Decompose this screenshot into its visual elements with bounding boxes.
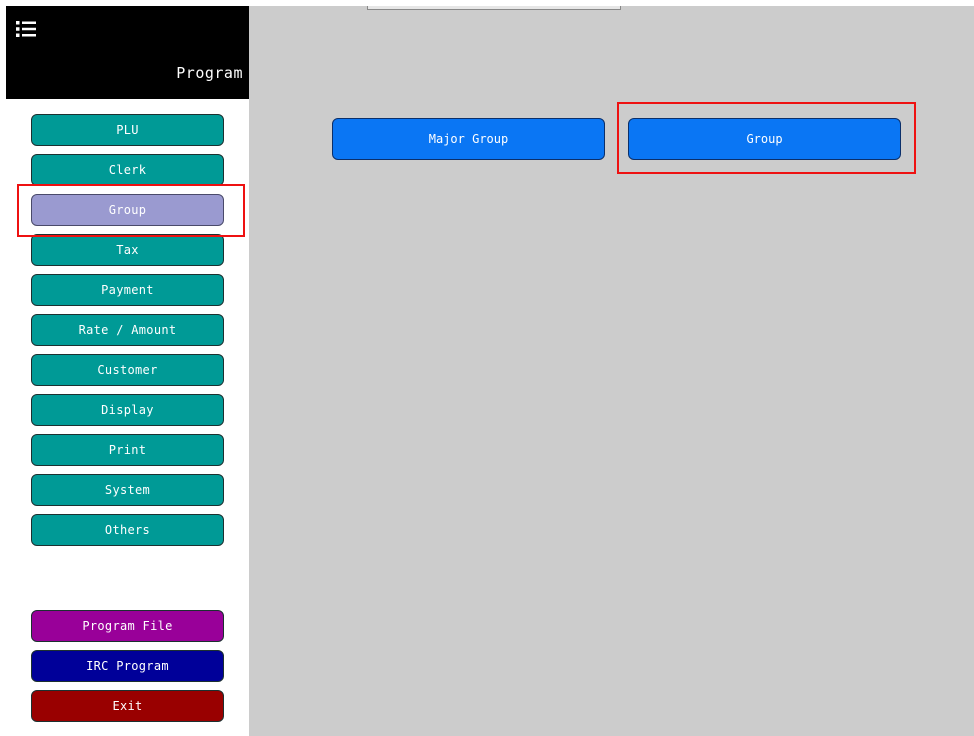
- sidebar-item-others[interactable]: Others: [31, 514, 224, 546]
- major-group-button[interactable]: Major Group: [332, 118, 605, 160]
- sidebar-item-print[interactable]: Print: [31, 434, 224, 466]
- program-file-button[interactable]: Program File: [31, 610, 224, 642]
- sidebar-item-plu[interactable]: PLU: [31, 114, 224, 146]
- list-menu-icon[interactable]: [16, 19, 36, 39]
- sidebar-header: Program: [6, 6, 249, 99]
- program-screen: Program PLU Clerk Group Tax Payment Rate…: [0, 0, 974, 736]
- sidebar: Program PLU Clerk Group Tax Payment Rate…: [6, 6, 249, 736]
- sidebar-item-tax[interactable]: Tax: [31, 234, 224, 266]
- top-tab-strip: [367, 6, 621, 10]
- main-panel: Major Group Group: [249, 6, 974, 736]
- sidebar-item-system[interactable]: System: [31, 474, 224, 506]
- sidebar-item-rate-amount[interactable]: Rate / Amount: [31, 314, 224, 346]
- irc-program-button[interactable]: IRC Program: [31, 650, 224, 682]
- sidebar-item-payment[interactable]: Payment: [31, 274, 224, 306]
- exit-button[interactable]: Exit: [31, 690, 224, 722]
- sidebar-item-group[interactable]: Group: [31, 194, 224, 226]
- group-button[interactable]: Group: [628, 118, 901, 160]
- sidebar-title: Program: [176, 64, 243, 82]
- sidebar-item-clerk[interactable]: Clerk: [31, 154, 224, 186]
- sidebar-item-display[interactable]: Display: [31, 394, 224, 426]
- sidebar-item-customer[interactable]: Customer: [31, 354, 224, 386]
